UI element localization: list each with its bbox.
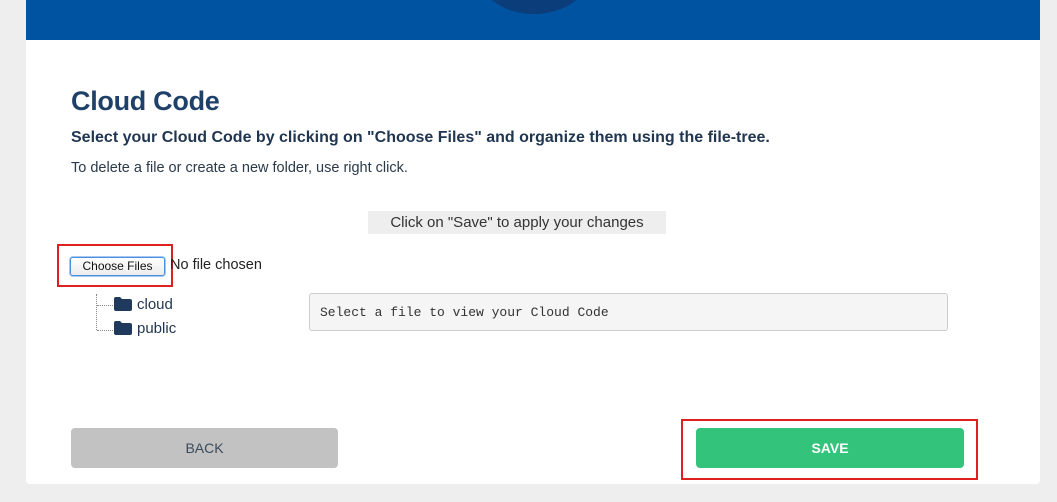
tree-node-label: public — [137, 319, 177, 337]
file-tree-connector — [96, 294, 97, 330]
back-button[interactable]: BACK — [71, 428, 338, 468]
cloud-code-card: Cloud Code Select your Cloud Code by cli… — [26, 0, 1040, 484]
page-title: Cloud Code — [71, 86, 220, 116]
folder-icon — [114, 321, 132, 335]
choose-files-button[interactable]: Choose Files — [70, 257, 165, 276]
folder-icon — [114, 297, 132, 311]
right-click-hint: To delete a file or create a new folder,… — [71, 160, 408, 176]
header-logo-circle — [478, 0, 590, 14]
save-notice: Click on "Save" to apply your changes — [368, 211, 666, 234]
header-band — [26, 0, 1040, 40]
save-button[interactable]: SAVE — [696, 428, 964, 468]
tree-node-label: cloud — [137, 295, 173, 313]
code-viewer[interactable]: Select a file to view your Cloud Code — [309, 293, 948, 331]
page-subtitle: Select your Cloud Code by clicking on "C… — [71, 129, 770, 146]
file-tree-branch — [97, 330, 113, 331]
file-tree-branch — [97, 305, 113, 306]
tree-node-public[interactable]: public — [114, 318, 176, 338]
file-status-text: No file chosen — [170, 257, 262, 273]
tree-node-cloud[interactable]: cloud — [114, 294, 173, 314]
